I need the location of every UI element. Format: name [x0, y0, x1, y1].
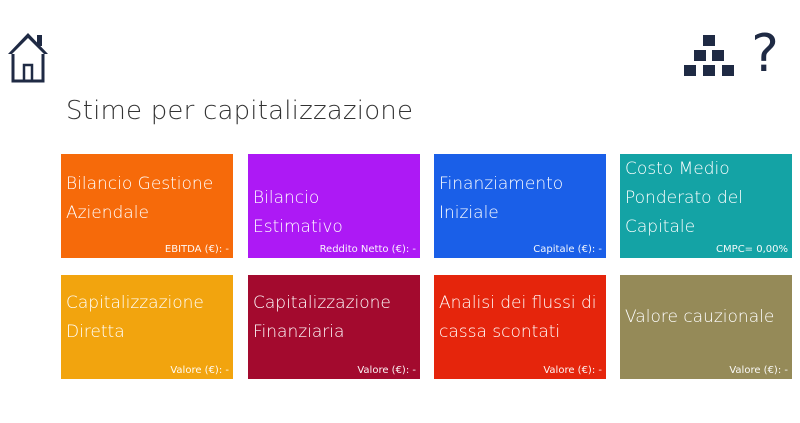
tile-title-line: Bilancio Gestione [66, 174, 214, 194]
home-icon [8, 33, 48, 83]
sitemap-icon [684, 35, 734, 76]
tile-value: Valore (€): - [729, 365, 788, 376]
tile-title: Finanziamento Iniziale [439, 170, 600, 228]
tile-title-line: Finanziamento [439, 174, 564, 194]
page-title: Stime per capitalizzazione [66, 96, 414, 126]
tile-title: Valore cauzionale [625, 303, 786, 332]
tile-capitalizzazione-diretta[interactable]: Capitalizzazione Diretta Valore (€): - [61, 275, 233, 379]
tile-valore-cauzionale[interactable]: Valore cauzionale Valore (€): - [620, 275, 792, 379]
tile-title: Analisi dei flussi di cassa scontati [439, 289, 600, 347]
tile-capitalizzazione-finanziaria[interactable]: Capitalizzazione Finanziaria Valore (€):… [248, 275, 420, 379]
tile-title-line: Diretta [66, 322, 125, 342]
tile-title-line: Ponderato del [625, 188, 743, 208]
home-button[interactable] [6, 30, 50, 84]
tile-title-line: Capitalizzazione [66, 293, 204, 313]
tile-title: Capitalizzazione Finanziaria [253, 289, 414, 347]
tile-title-line: Aziendale [66, 203, 149, 223]
tile-costo-medio-ponderato[interactable]: Costo Medio Ponderato del Capitale CMPC=… [620, 154, 792, 258]
tile-title-line: cassa scontati [439, 322, 561, 342]
tile-title-line: Iniziale [439, 203, 499, 223]
tile-title-line: Analisi dei flussi di [439, 293, 597, 313]
tile-title: Bilancio Gestione Aziendale [66, 170, 227, 228]
tile-title-line: Capitale [625, 217, 696, 237]
tile-finanziamento-iniziale[interactable]: Finanziamento Iniziale Capitale (€): - [434, 154, 606, 258]
tile-value: CMPC= 0,00% [716, 244, 788, 255]
tile-value: Capitale (€): - [533, 244, 602, 255]
tile-grid: Bilancio Gestione Aziendale EBITDA (€): … [61, 154, 793, 379]
tile-title-line: Bilancio Estimativo [253, 188, 343, 237]
tile-value: Valore (€): - [357, 365, 416, 376]
tile-title-line: Costo Medio [625, 159, 730, 179]
tile-value: EBITDA (€): - [164, 244, 229, 255]
tile-title-line: Capitalizzazione [253, 293, 391, 313]
tile-analisi-flussi-cassa[interactable]: Analisi dei flussi di cassa scontati Val… [434, 275, 606, 379]
tile-bilancio-estimativo[interactable]: Bilancio Estimativo Reddito Netto (€): - [248, 154, 420, 258]
tile-title: Bilancio Estimativo [253, 184, 414, 242]
tile-bilancio-gestione-aziendale[interactable]: Bilancio Gestione Aziendale EBITDA (€): … [61, 154, 233, 258]
help-button[interactable]: ? [748, 24, 782, 84]
tile-title: Capitalizzazione Diretta [66, 289, 227, 347]
tile-title-line: Finanziaria [253, 322, 345, 342]
tile-value: Valore (€): - [170, 365, 229, 376]
tile-title: Costo Medio Ponderato del Capitale [625, 155, 786, 242]
tile-value: Reddito Netto (€): - [319, 244, 416, 255]
tile-title-line: Valore cauzionale [625, 307, 775, 327]
sitemap-button[interactable] [682, 33, 736, 79]
tile-value: Valore (€): - [543, 365, 602, 376]
